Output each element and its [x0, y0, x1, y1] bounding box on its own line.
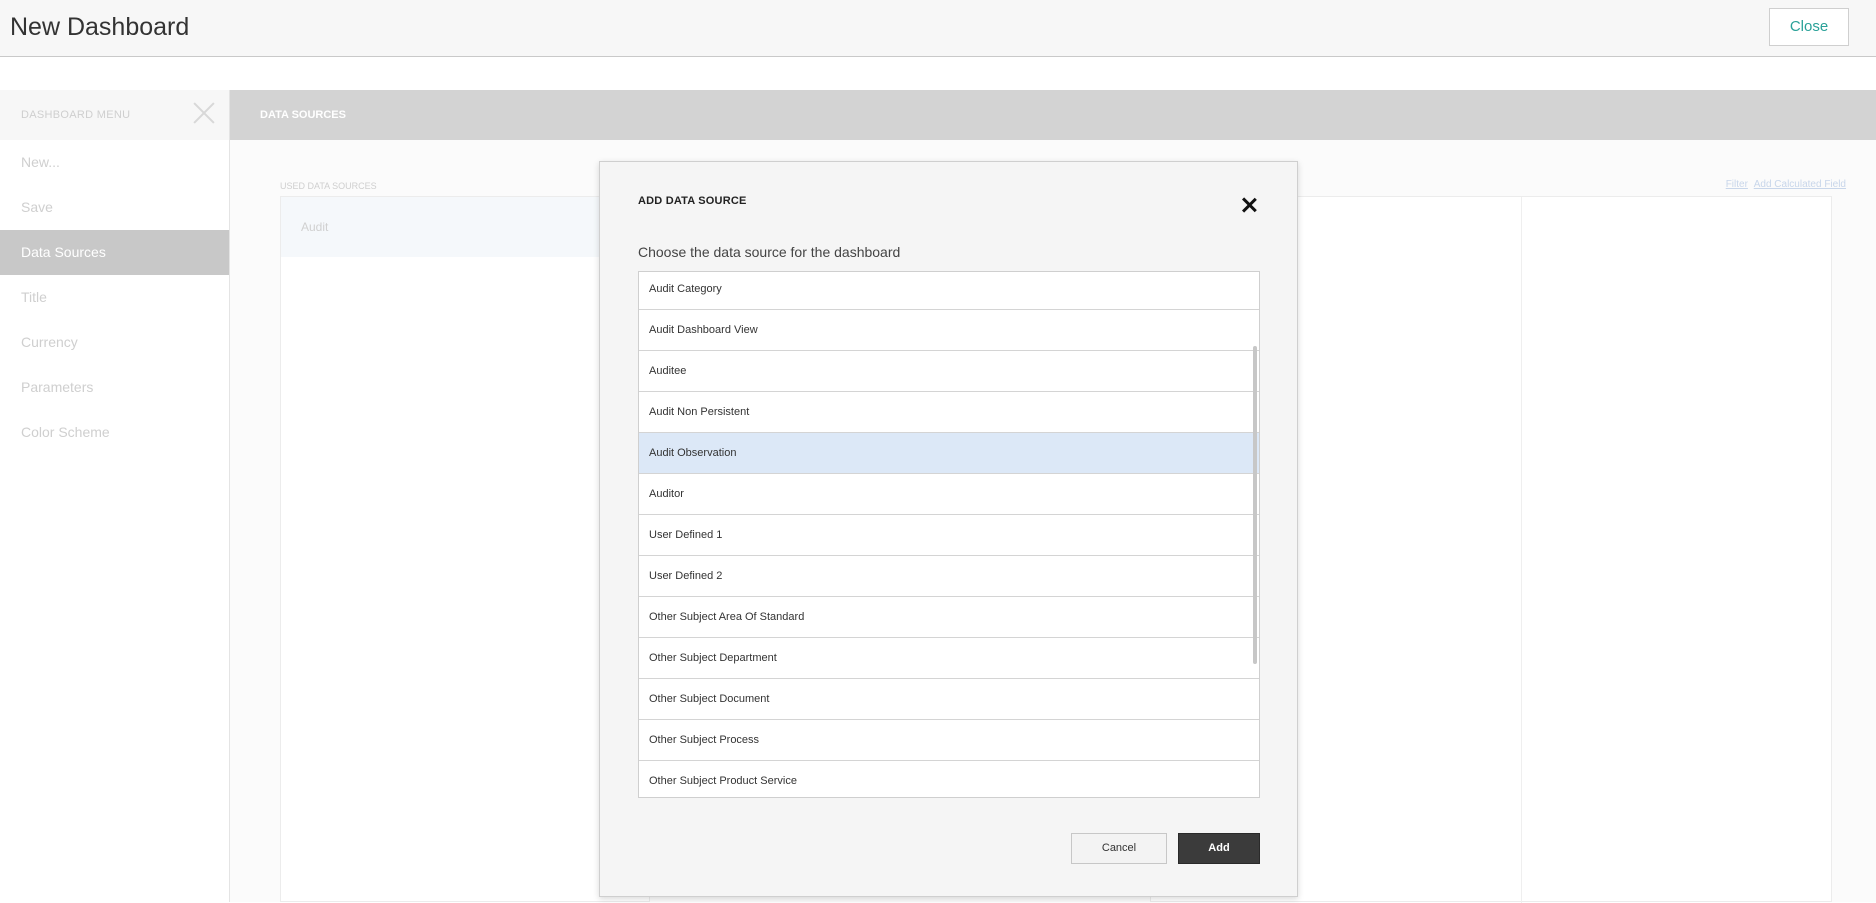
list-item-selected[interactable]: Audit Observation [639, 433, 1259, 474]
sidebar-item-data-sources[interactable]: Data Sources [0, 230, 229, 275]
used-data-source-item[interactable]: Audit [281, 197, 649, 257]
data-sources-header: DATA SOURCES [230, 90, 1876, 140]
dialog-title: ADD DATA SOURCE [638, 195, 747, 207]
dashboard-menu-sidebar: DASHBOARD MENU New... Save Data Sources … [0, 90, 230, 902]
list-item[interactable]: Audit Category [639, 272, 1259, 310]
add-calculated-field-link[interactable]: Add Calculated Field [1754, 179, 1846, 190]
sidebar-item-color-scheme[interactable]: Color Scheme [0, 410, 229, 455]
section-title: DATA SOURCES [260, 109, 346, 121]
list-item[interactable]: User Defined 1 [639, 515, 1259, 556]
filter-link[interactable]: Filter [1726, 179, 1748, 190]
list-item[interactable]: Audit Dashboard View [639, 310, 1259, 351]
list-item[interactable]: User Defined 2 [639, 556, 1259, 597]
panel-divider [1521, 197, 1522, 903]
close-button[interactable]: Close [1769, 8, 1849, 46]
page-title: New Dashboard [10, 13, 190, 41]
dialog-subtitle: Choose the data source for the dashboard [638, 244, 901, 260]
list-scrollbar[interactable] [1253, 346, 1257, 664]
used-data-sources-label: USED DATA SOURCES [280, 181, 377, 191]
top-bar: New Dashboard Close [0, 0, 1876, 57]
used-data-sources-panel: Audit [280, 196, 650, 902]
sidebar-item-new[interactable]: New... [0, 140, 229, 185]
sidebar-item-title[interactable]: Title [0, 275, 229, 320]
list-item[interactable]: Auditee [639, 351, 1259, 392]
sidebar-item-currency[interactable]: Currency [0, 320, 229, 365]
list-item[interactable]: Other Subject Product Service [639, 761, 1259, 797]
add-button[interactable]: Add [1178, 833, 1260, 864]
dashboard-menu-title: DASHBOARD MENU [21, 109, 131, 121]
data-source-list[interactable]: Audit Category Audit Dashboard View Audi… [638, 271, 1260, 798]
list-item[interactable]: Other Subject Process [639, 720, 1259, 761]
add-data-source-dialog: ADD DATA SOURCE Choose the data source f… [599, 161, 1298, 897]
list-item[interactable]: Auditor [639, 474, 1259, 515]
list-item[interactable]: Audit Non Persistent [639, 392, 1259, 433]
close-dialog-icon[interactable] [1239, 195, 1259, 215]
dashboard-menu-header: DASHBOARD MENU [0, 90, 229, 140]
list-item[interactable]: Other Subject Document [639, 679, 1259, 720]
cancel-button[interactable]: Cancel [1071, 833, 1167, 864]
list-item[interactable]: Other Subject Department [639, 638, 1259, 679]
list-item[interactable]: Other Subject Area Of Standard [639, 597, 1259, 638]
data-source-list-items: Audit Category Audit Dashboard View Audi… [639, 272, 1259, 797]
sidebar-item-parameters[interactable]: Parameters [0, 365, 229, 410]
close-menu-icon[interactable] [193, 102, 215, 124]
field-links: Filter Add Calculated Field [1723, 179, 1846, 190]
sidebar-item-save[interactable]: Save [0, 185, 229, 230]
